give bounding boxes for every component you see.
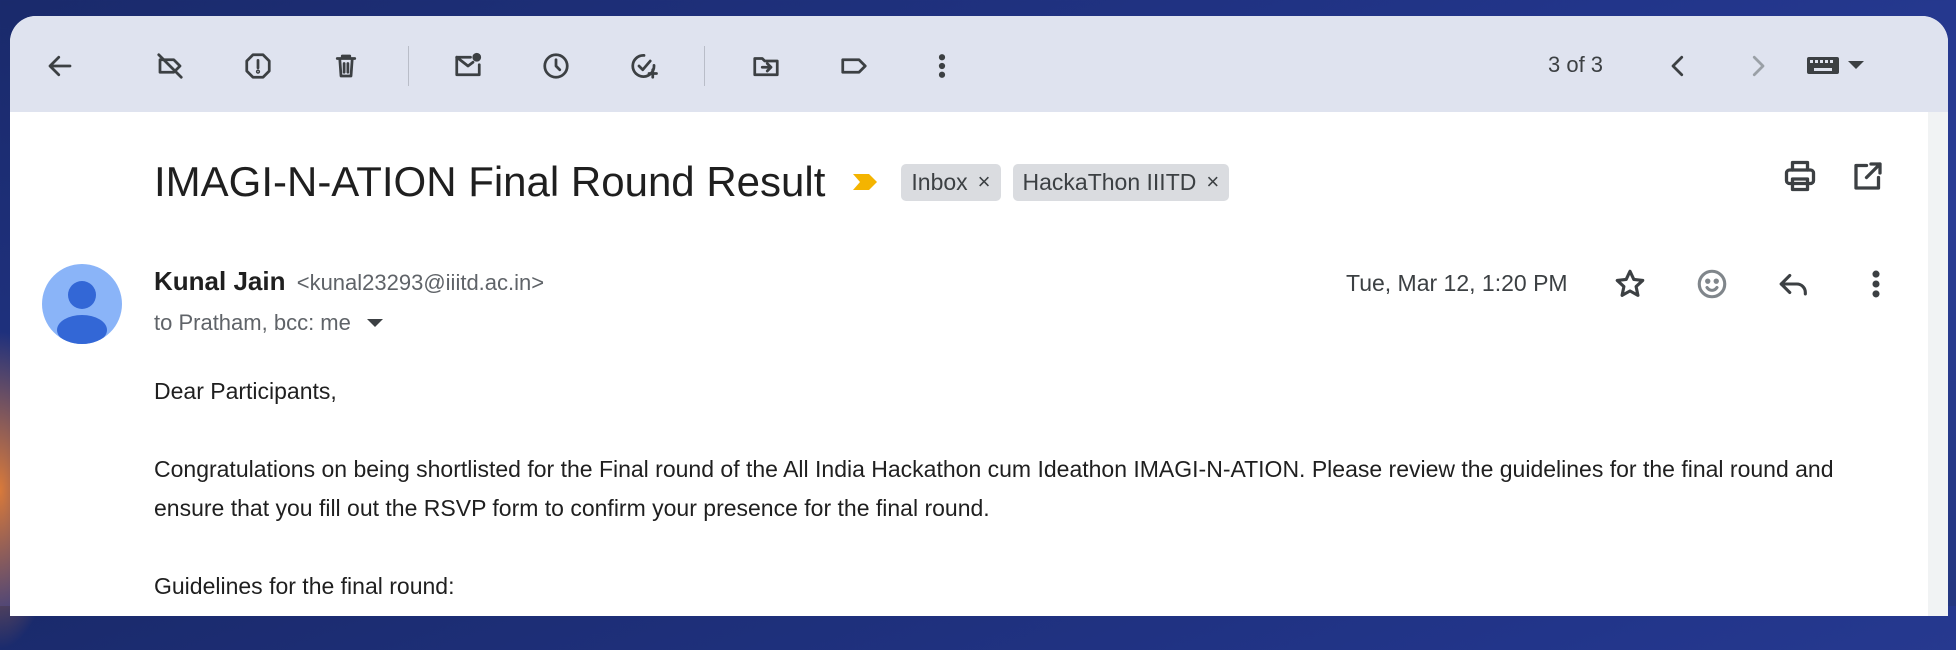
- labels-button[interactable]: [832, 44, 876, 88]
- remove-label-inbox-icon[interactable]: ×: [978, 169, 991, 195]
- more-options-button[interactable]: [920, 44, 964, 88]
- snooze-button[interactable]: [534, 44, 578, 88]
- remove-label-hackathon-icon[interactable]: ×: [1206, 169, 1219, 195]
- move-to-button[interactable]: [744, 44, 788, 88]
- more-vert-icon: [1872, 270, 1880, 298]
- report-spam-button[interactable]: [236, 44, 280, 88]
- label-chip-hackathon: HackaThon IIITD ×: [1012, 163, 1230, 201]
- scrollbar-track[interactable]: [1928, 112, 1948, 616]
- chevron-right-icon: [1752, 55, 1765, 77]
- report-icon: [245, 53, 271, 79]
- sender-email: <kunal23293@iiitd.ac.in>: [296, 270, 545, 295]
- recipients-line: to Pratham, bcc: me: [154, 310, 383, 336]
- print-all-button[interactable]: [1782, 158, 1818, 199]
- label-off-icon: [157, 53, 183, 79]
- print-icon: [1784, 160, 1816, 192]
- importance-marker-icon[interactable]: [851, 172, 879, 192]
- move-to-icon: [753, 57, 779, 77]
- recipients-text: to Pratham, bcc: me: [154, 310, 351, 335]
- sender-line: Kunal Jain <kunal23293@iiitd.ac.in>: [154, 266, 544, 297]
- email-date: Tue, Mar 12, 1:20 PM: [1346, 270, 1568, 296]
- mark-unread-icon: [455, 52, 482, 77]
- newer-button[interactable]: [1656, 44, 1700, 88]
- message-actions: [1608, 262, 1898, 306]
- chevron-down-icon: [1848, 61, 1864, 69]
- open-new-window-button[interactable]: [1850, 158, 1886, 199]
- back-button[interactable]: [38, 44, 82, 88]
- subject-actions: [1782, 158, 1886, 199]
- email-subject: IMAGI-N-ATION Final Round Result: [154, 158, 826, 205]
- avatar[interactable]: [42, 264, 122, 344]
- delete-button[interactable]: [324, 44, 368, 88]
- add-reaction-button[interactable]: [1690, 262, 1734, 306]
- show-details-icon[interactable]: [366, 319, 383, 327]
- trash-icon: [335, 54, 357, 78]
- body-guidelines-heading: Guidelines for the final round:: [154, 573, 455, 599]
- more-vert-icon: [938, 54, 946, 78]
- email-body: Dear Participants, Congratulations on be…: [154, 372, 1894, 616]
- message-more-button[interactable]: [1854, 262, 1898, 306]
- star-icon: [1615, 269, 1645, 297]
- older-button[interactable]: [1736, 44, 1780, 88]
- label-chip-inbox: Inbox ×: [901, 163, 1001, 201]
- subject-row: IMAGI-N-ATION Final Round Result Inbox ×…: [154, 152, 1888, 212]
- label-chip-text: Inbox: [911, 168, 968, 195]
- pager-text: 3 of 3: [1548, 52, 1604, 77]
- hide-label-button[interactable]: [148, 44, 192, 88]
- reply-icon: [1779, 273, 1807, 296]
- keyboard-icon: [1807, 57, 1839, 74]
- chevron-left-icon: [1671, 55, 1684, 77]
- add-task-button[interactable]: [622, 44, 666, 88]
- input-tools-button[interactable]: [1806, 50, 1870, 80]
- arrow-left-icon: [48, 55, 72, 77]
- body-greeting: Dear Participants,: [154, 378, 337, 404]
- emoji-icon: [1697, 269, 1727, 299]
- reply-button[interactable]: [1772, 262, 1816, 306]
- toolbar-divider: [408, 46, 409, 86]
- body-paragraph: Congratulations on being shortlisted for…: [154, 456, 1834, 521]
- open-in-new-icon: [1854, 162, 1882, 190]
- add-task-icon: [631, 53, 658, 79]
- email-window: 3 of 3 IMAGI-N-ATION Final Round Result …: [10, 16, 1948, 616]
- toolbar-divider: [704, 46, 705, 86]
- star-button[interactable]: [1608, 262, 1652, 306]
- sender-name[interactable]: Kunal Jain: [154, 266, 285, 296]
- label-chip-text: HackaThon IIITD: [1022, 168, 1197, 195]
- clock-icon: [543, 53, 569, 79]
- label-icon: [841, 58, 867, 74]
- toolbar: 3 of 3: [10, 16, 1948, 112]
- person-icon: [57, 281, 107, 344]
- mark-unread-button[interactable]: [446, 44, 490, 88]
